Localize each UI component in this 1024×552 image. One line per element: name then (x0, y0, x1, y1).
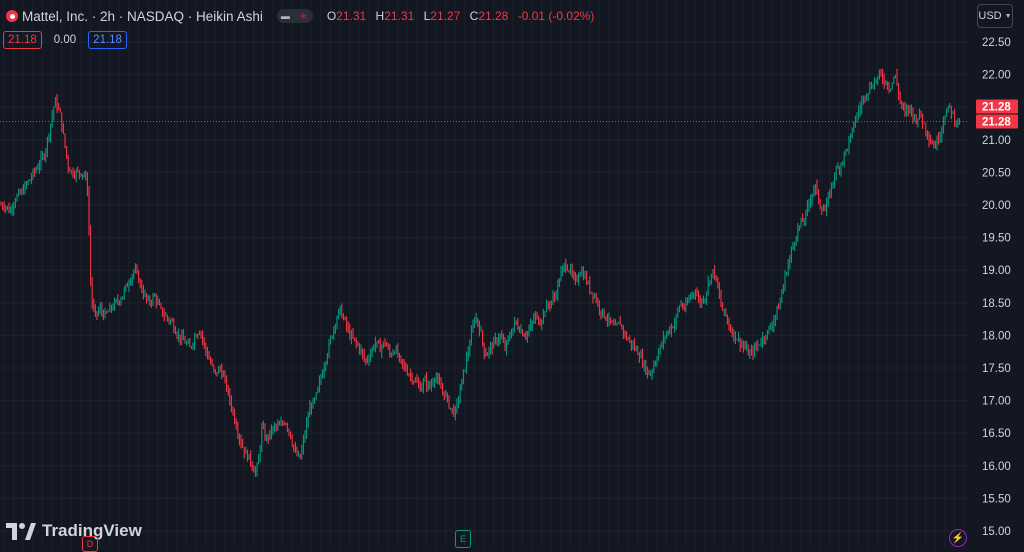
price-tick-label: 20.00 (982, 200, 1011, 212)
ohlc-values: O21.31 H21.31 L21.27 C21.28 -0.01 (-0.02… (327, 9, 601, 23)
candle-series (0, 68, 960, 477)
price-tick-label: 15.00 (982, 526, 1011, 538)
event-marker-icon[interactable]: ⚡ (949, 529, 967, 547)
low-value: 21.27 (430, 9, 461, 23)
last-price-text: 21.28 (982, 117, 1011, 129)
price-tick-label: 21.00 (982, 135, 1011, 147)
buy-price-button[interactable]: 21.18 (88, 31, 127, 49)
minus-icon: ▬ (280, 11, 290, 21)
open-value: 21.31 (336, 9, 367, 23)
price-tick-label: 22.00 (982, 70, 1011, 82)
wave-icon: ≈ (297, 11, 309, 21)
price-tick-label: 16.50 (982, 428, 1011, 440)
price-chart[interactable]: 15.00 15.50 16.00 16.50 17.00 17.50 18.00 18.50… (0, 0, 1024, 549)
high-key: H (375, 9, 385, 23)
symbol-logo-icon (6, 10, 18, 22)
tradingview-logo[interactable]: TradingView (6, 521, 142, 541)
price-tick-label: 17.50 (982, 363, 1011, 375)
price-tick-label: 22.50 (982, 37, 1011, 49)
open-key: O (326, 9, 337, 23)
price-tick-label: 18.50 (982, 298, 1011, 310)
earnings-marker[interactable]: E (455, 530, 471, 548)
last-price-text: 21.28 (982, 102, 1011, 114)
spread-value: 0.00 (53, 34, 77, 46)
price-tick-label: 15.50 (982, 493, 1011, 505)
price-tick-label: 19.50 (982, 233, 1011, 245)
price-tick-label: 18.00 (982, 330, 1011, 342)
price-tick-label: 20.50 (982, 167, 1011, 179)
close-value: 21.28 (478, 9, 509, 23)
price-tick-label: 19.00 (982, 265, 1011, 277)
sell-price-button[interactable]: 21.18 (3, 31, 42, 49)
currency-label: USD (978, 10, 1002, 22)
chevron-down-icon: ▼ (1004, 12, 1012, 20)
vertical-grid (3, 0, 965, 549)
currency-selector[interactable]: USD ▼ (977, 4, 1013, 28)
price-tick-label: 16.00 (982, 461, 1011, 473)
price-tick-label: 17.00 (982, 396, 1011, 408)
change-value: -0.01 (-0.02%) (517, 9, 595, 23)
high-value: 21.31 (384, 9, 415, 23)
tradingview-mark-icon (6, 522, 36, 540)
legend-toggle[interactable]: ▬ ≈ (276, 9, 313, 23)
dividend-marker[interactable]: D (82, 536, 98, 552)
symbol-title[interactable]: Mattel, Inc. · 2h · NASDAQ · Heikin Ashi (22, 9, 263, 24)
quote-boxes: 21.18 0.00 21.18 (3, 31, 127, 49)
symbol-legend: Mattel, Inc. · 2h · NASDAQ · Heikin Ashi… (6, 6, 600, 26)
